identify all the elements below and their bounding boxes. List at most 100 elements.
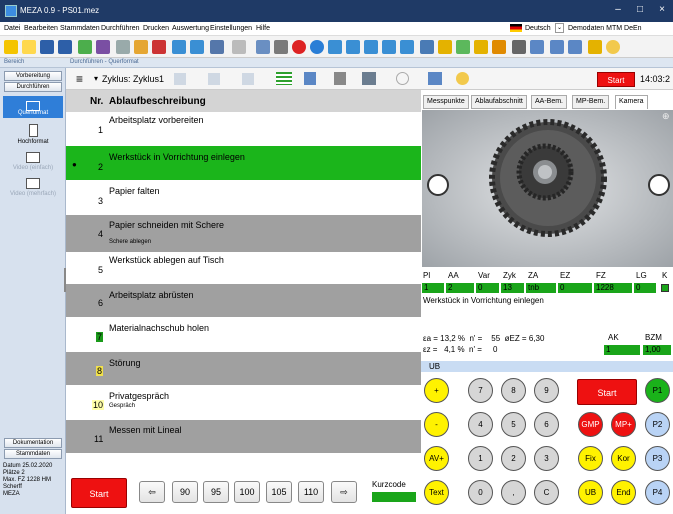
table-view-icon[interactable]: [304, 72, 316, 85]
tab-kamera[interactable]: Kamera: [615, 95, 648, 109]
av-plus-key[interactable]: AV+: [424, 446, 449, 471]
list-item[interactable]: Messen mit Lineal 11: [66, 420, 421, 453]
p4-key[interactable]: P4: [645, 480, 670, 505]
menu-hilfe[interactable]: Hilfe: [256, 25, 270, 32]
arrow-right-icon[interactable]: ⇨: [331, 481, 357, 503]
kurzcode-input[interactable]: [372, 492, 416, 502]
key-3[interactable]: 3: [534, 446, 559, 471]
start-button-top[interactable]: Start: [597, 72, 635, 87]
list-icon[interactable]: [190, 40, 204, 54]
pencil-icon[interactable]: [438, 40, 452, 54]
menu-auswertung[interactable]: Auswertung: [172, 25, 209, 32]
move-row-icon[interactable]: [242, 73, 254, 85]
list-item-active[interactable]: ● Werkstück in Vorrichtung einlegen 2: [66, 146, 421, 180]
panel-icon[interactable]: [568, 40, 582, 54]
key-1[interactable]: 1: [468, 446, 493, 471]
chart-icon[interactable]: [328, 40, 342, 54]
end-key[interactable]: End: [611, 480, 636, 505]
camera-icon[interactable]: [428, 72, 442, 85]
film-icon[interactable]: [362, 72, 376, 85]
export-icon[interactable]: [420, 40, 434, 54]
start-button[interactable]: Start: [71, 478, 127, 508]
sigma-icon[interactable]: [346, 40, 360, 54]
info-icon[interactable]: [606, 40, 620, 54]
redo-icon[interactable]: [232, 40, 246, 54]
arrow-left-icon[interactable]: ⇦: [139, 481, 165, 503]
list-item[interactable]: Werkstück ablegen auf Tisch 5: [66, 253, 421, 283]
grid-icon[interactable]: [78, 40, 92, 54]
table-icon[interactable]: [172, 40, 186, 54]
people-icon[interactable]: [456, 40, 470, 54]
key-0[interactable]: 0: [468, 480, 493, 505]
menu-datei[interactable]: Datei: [4, 25, 20, 32]
open-folder-icon[interactable]: [4, 40, 18, 54]
key-4[interactable]: 4: [468, 412, 493, 437]
ak-value[interactable]: 1: [604, 345, 640, 355]
edit-icon[interactable]: [274, 40, 288, 54]
menu-stammdaten[interactable]: Stammdaten: [60, 25, 100, 32]
calendar-icon[interactable]: [400, 40, 414, 54]
print-icon[interactable]: [512, 40, 526, 54]
layout-icon[interactable]: [530, 40, 544, 54]
folder-icon[interactable]: [22, 40, 36, 54]
key-7[interactable]: 7: [468, 378, 493, 403]
percent-105-button[interactable]: 105: [266, 481, 292, 503]
grid-alt-icon[interactable]: [96, 40, 110, 54]
list-item[interactable]: Arbeitsplatz vorbereiten 1: [66, 112, 421, 145]
fix-key[interactable]: Fix: [578, 446, 603, 471]
durchfuehren-button[interactable]: Durchführen: [4, 82, 62, 92]
lightbulb-icon[interactable]: [456, 72, 469, 85]
menu-bearbeiten[interactable]: Bearbeiten: [24, 25, 58, 32]
key-8[interactable]: 8: [501, 378, 526, 403]
key-6[interactable]: 6: [534, 412, 559, 437]
undo-icon[interactable]: [210, 40, 224, 54]
mp-plus-key[interactable]: MP+: [611, 412, 636, 437]
key-5[interactable]: 5: [501, 412, 526, 437]
mode-video-einfach[interactable]: Video (einfach): [2, 152, 64, 171]
stamp-icon[interactable]: [152, 40, 166, 54]
menu-drucken[interactable]: Drucken: [143, 25, 169, 32]
save-icon[interactable]: [40, 40, 54, 54]
copy-icon[interactable]: [256, 40, 270, 54]
percent-110-button[interactable]: 110: [298, 481, 324, 503]
doc-list-icon[interactable]: [364, 40, 378, 54]
p1-key[interactable]: P1: [645, 378, 670, 403]
rotate-right-handle[interactable]: [648, 174, 670, 196]
close-button[interactable]: ×: [652, 4, 672, 15]
stammdaten-button[interactable]: Stammdaten: [4, 449, 62, 459]
kor-key[interactable]: Kor: [611, 446, 636, 471]
bzm-value[interactable]: 1,00: [643, 345, 671, 355]
chevron-down-icon[interactable]: ▾: [94, 74, 98, 83]
ub-key[interactable]: UB: [578, 480, 603, 505]
percent-95-button[interactable]: 95: [203, 481, 229, 503]
add-row-icon[interactable]: [174, 73, 186, 85]
p3-key[interactable]: P3: [645, 446, 670, 471]
rating-icon[interactable]: [474, 40, 488, 54]
menu-durchfuehren[interactable]: Durchführen: [101, 25, 140, 32]
insert-row-icon[interactable]: [208, 73, 220, 85]
dokumentation-button[interactable]: Dokumentation: [4, 438, 62, 448]
minus-key[interactable]: -: [424, 412, 449, 437]
key-clear[interactable]: C: [534, 480, 559, 505]
report-icon[interactable]: [382, 40, 396, 54]
mode-querformat[interactable]: Querformat: [2, 110, 64, 116]
document-icon[interactable]: [134, 40, 148, 54]
plus-key[interactable]: +: [424, 378, 449, 403]
list-item[interactable]: Störung 8: [66, 352, 421, 385]
language-select[interactable]: Deutsch: [525, 25, 551, 32]
zoom-icon[interactable]: ⊕: [662, 111, 670, 122]
clock-icon[interactable]: [396, 72, 409, 85]
minimize-button[interactable]: –: [608, 4, 628, 15]
help-book-icon[interactable]: [588, 40, 602, 54]
cycle-label[interactable]: Zyklus: Zyklus1: [102, 74, 164, 84]
list-item[interactable]: Privatgespräch 10 Gespräch: [66, 386, 421, 419]
tab-mp-bem[interactable]: MP-Bem.: [572, 95, 610, 109]
key-comma[interactable]: ,: [501, 480, 526, 505]
list-item[interactable]: Arbeitsplatz abrüsten 6: [66, 284, 421, 317]
mode-video-mehrfach[interactable]: Video (mehrfach): [2, 178, 64, 197]
list-item[interactable]: Papier schneiden mit Schere 4 Schere abl…: [66, 215, 421, 252]
books-icon[interactable]: [492, 40, 506, 54]
k-checkbox[interactable]: [661, 284, 669, 292]
edit-note-icon[interactable]: [334, 72, 346, 85]
menu-einstellungen[interactable]: Einstellungen: [210, 25, 252, 32]
